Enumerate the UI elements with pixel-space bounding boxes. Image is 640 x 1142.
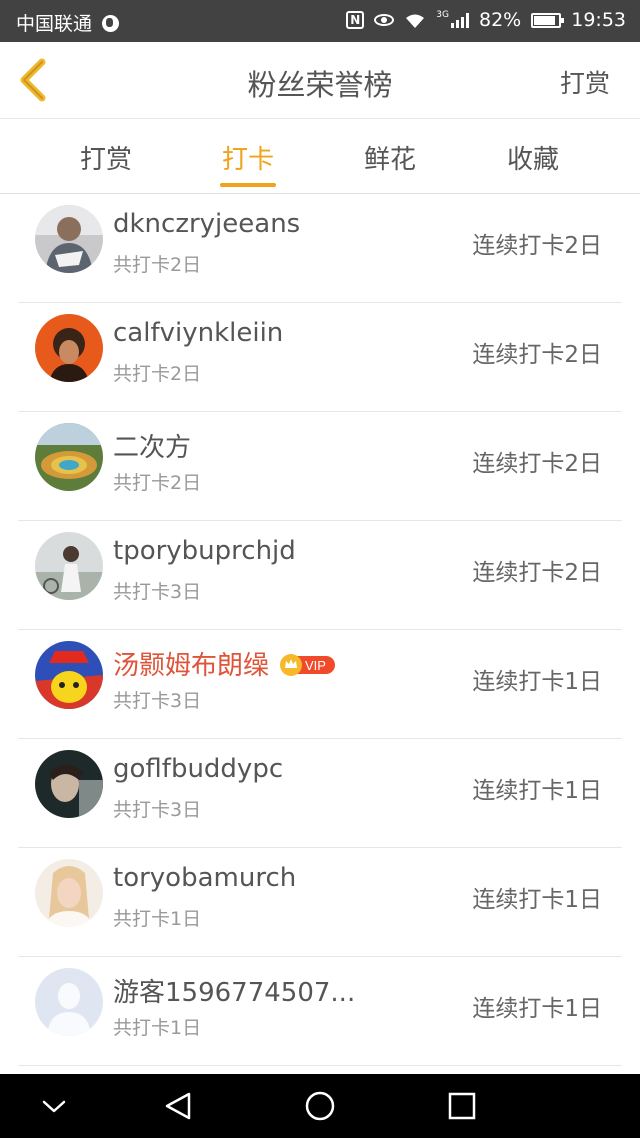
list-item[interactable]: 汤颢姆布朗缲 VIP 共打卡3日 连续打卡1日 [18,630,622,739]
triangle-back-icon [165,1092,191,1120]
tab-favorites[interactable]: 收藏 [462,139,604,193]
list-item[interactable]: tporybuprchjd 共打卡3日 连续打卡2日 [18,521,622,630]
avatar[interactable] [35,750,103,818]
nav-back-button[interactable] [138,1074,218,1138]
avatar[interactable] [35,641,103,709]
streak-checkins: 连续打卡1日 [472,887,602,913]
total-checkins: 共打卡2日 [113,363,202,385]
list-item[interactable]: calfviynkleiin 共打卡2日 连续打卡2日 [18,303,622,412]
streak-checkins: 连续打卡1日 [472,996,602,1022]
eye-icon [374,14,395,26]
battery-icon [531,12,565,28]
network-type: 3G [436,10,449,20]
chevron-down-icon [42,1100,66,1113]
page-title: 粉丝荣誉榜 [247,68,393,102]
reward-button[interactable]: 打赏 [560,64,610,100]
streak-checkins: 连续打卡2日 [472,342,602,368]
carrier: 中国联通 [16,9,120,36]
user-name: calfviynkleiin [113,318,284,348]
tab-flowers[interactable]: 鲜花 [319,139,461,193]
total-checkins: 共打卡3日 [113,581,202,603]
hide-nav-button[interactable] [14,1074,94,1138]
nav-home-button[interactable] [280,1074,360,1138]
signal-icon: 3G [436,10,469,28]
streak-checkins: 连续打卡1日 [472,669,602,695]
user-name-text: 汤颢姆布朗缲 [113,651,270,681]
tab-label: 打卡 [221,145,274,175]
square-recents-icon [448,1092,476,1120]
tab-label: 收藏 [506,145,559,175]
avatar[interactable] [35,314,103,382]
streak-checkins: 连续打卡2日 [472,560,602,586]
user-name: tporybuprchjd [113,536,296,566]
total-checkins: 共打卡1日 [113,1017,202,1039]
tab-bar: 打赏 打卡 鲜花 收藏 [0,119,640,194]
total-checkins: 共打卡3日 [113,799,202,821]
system-nav-bar [0,1074,640,1138]
avatar[interactable] [35,859,103,927]
vip-label: VIP [305,658,326,673]
status-icons: N 3G 82% 19:53 [346,9,626,31]
user-name: toryobamurch [113,863,297,893]
list-item[interactable]: toryobamurch 共打卡1日 连续打卡1日 [18,848,622,957]
nav-recents-button[interactable] [422,1074,502,1138]
list-item[interactable]: 二次方 共打卡2日 连续打卡2日 [18,412,622,521]
total-checkins: 共打卡2日 [113,472,202,494]
user-name: goflfbuddypc [113,754,284,784]
total-checkins: 共打卡3日 [113,690,202,712]
streak-checkins: 连续打卡1日 [472,778,602,804]
total-checkins: 共打卡2日 [113,254,202,276]
wifi-icon [404,12,426,28]
streak-checkins: 连续打卡2日 [472,233,602,259]
user-name: dknczryjeeans [113,209,301,239]
tab-reward[interactable]: 打赏 [35,139,177,193]
default-avatar-icon [35,968,103,1036]
avatar[interactable] [35,423,103,491]
vip-badge: VIP [279,653,337,676]
avatar[interactable] [35,205,103,273]
user-name: 二次方 [113,433,192,463]
clock: 19:53 [571,9,626,31]
user-name: 汤颢姆布朗缲 VIP [113,645,337,682]
circle-home-icon [305,1091,335,1121]
header: 粉丝荣誉榜 打赏 [0,42,640,119]
list-item[interactable]: goflfbuddypc 共打卡3日 连续打卡1日 [18,739,622,848]
nfc-icon: N [346,11,365,29]
tab-checkin[interactable]: 打卡 [177,139,319,193]
tab-label: 鲜花 [363,145,416,175]
battery-percent: 82% [479,9,522,31]
avatar[interactable] [35,532,103,600]
tab-active-indicator [220,183,276,187]
globe-icon [102,15,120,32]
avatar[interactable] [35,968,103,1036]
list-item[interactable]: 游客1596774507... 共打卡1日 连续打卡1日 [18,957,622,1066]
fan-list: dknczryjeeans 共打卡2日 连续打卡2日 calfviynkleii… [0,194,640,1066]
status-bar: 中国联通 N 3G 82% 19:53 [0,0,640,42]
user-name: 游客1596774507... [113,978,356,1008]
carrier-label: 中国联通 [16,13,93,35]
list-item[interactable]: dknczryjeeans 共打卡2日 连续打卡2日 [18,194,622,303]
streak-checkins: 连续打卡2日 [472,451,602,477]
tab-label: 打赏 [79,145,132,175]
total-checkins: 共打卡1日 [113,908,202,930]
